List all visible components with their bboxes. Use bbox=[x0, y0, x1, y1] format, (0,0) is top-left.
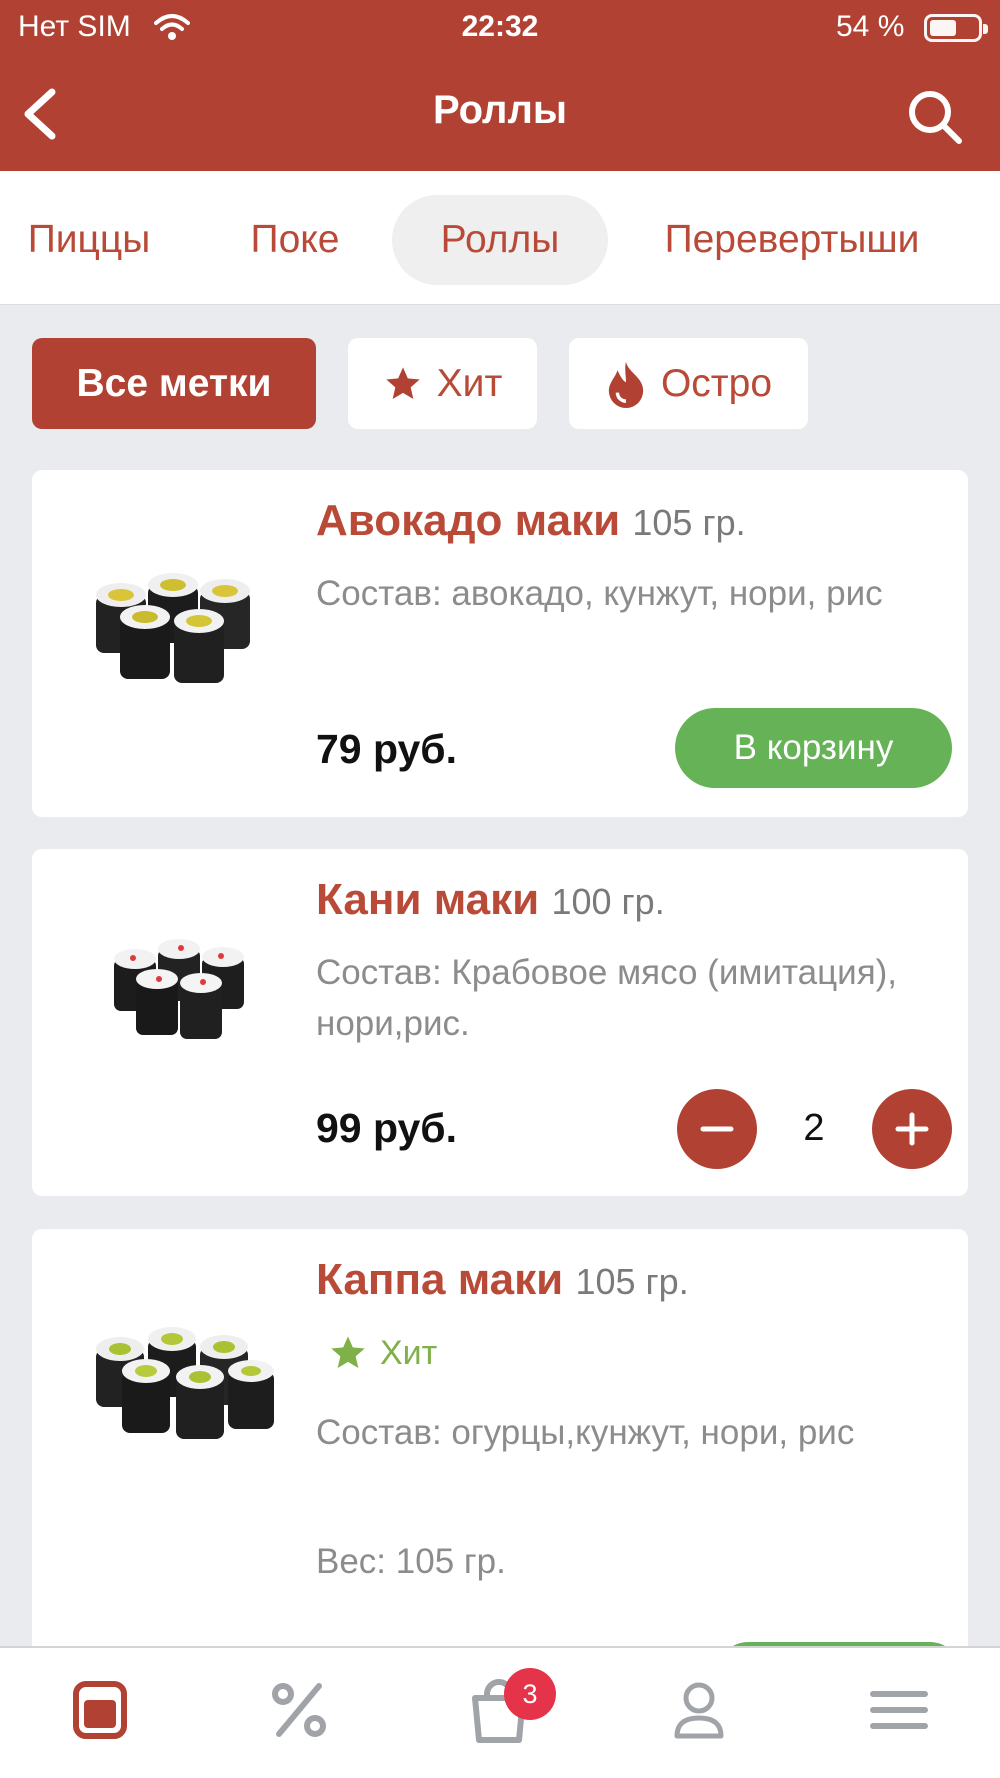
quantity-value: 2 bbox=[803, 1107, 825, 1149]
tab-poke[interactable]: Поке bbox=[222, 195, 368, 285]
profile-icon[interactable] bbox=[659, 1670, 739, 1750]
app-header: Нет SIM 22:32 54 % Роллы bbox=[0, 0, 1000, 171]
product-name: Кани маки 100 гр. bbox=[316, 875, 665, 925]
page-title: Роллы bbox=[432, 88, 568, 132]
product-description: Состав: авокадо, кунжут, нори, рис bbox=[316, 574, 883, 613]
product-card: Каппа маки 105 гр. Хит Состав: огурцы,ку… bbox=[32, 1229, 968, 1702]
product-weight: 100 гр. bbox=[551, 881, 665, 922]
decrease-quantity-button[interactable] bbox=[677, 1089, 757, 1169]
battery-percent: 54 % bbox=[836, 10, 905, 43]
hit-tag: Хит bbox=[328, 1333, 437, 1373]
bottom-tab-bar bbox=[0, 1646, 1000, 1778]
promotions-percent-icon[interactable] bbox=[259, 1670, 339, 1750]
minus-icon bbox=[700, 1126, 734, 1132]
product-weight: 105 гр. bbox=[632, 502, 746, 543]
tab-rolls[interactable]: Роллы bbox=[392, 195, 608, 285]
category-tabs: Пиццы Поке Роллы Перевертыши bbox=[0, 171, 1000, 305]
product-price: 79 руб. bbox=[316, 726, 458, 772]
product-name: Каппа маки 105 гр. bbox=[316, 1255, 689, 1305]
status-bar: Нет SIM 22:32 54 % bbox=[0, 0, 1000, 56]
star-icon bbox=[385, 366, 420, 399]
filter-spicy[interactable]: Остро bbox=[569, 338, 808, 429]
product-name: Авокадо маки 105 гр. bbox=[316, 496, 746, 546]
product-image bbox=[114, 939, 244, 1039]
flame-icon bbox=[608, 361, 644, 408]
search-icon[interactable] bbox=[904, 86, 966, 148]
tab-perevertyshi[interactable]: Перевертыши bbox=[644, 195, 940, 285]
plus-icon bbox=[895, 1112, 929, 1146]
filter-all-label: Все метки bbox=[76, 361, 272, 405]
filter-hit-label: Хит bbox=[436, 361, 503, 405]
add-to-cart-button[interactable]: В корзину bbox=[675, 708, 952, 788]
product-card: Авокадо маки 105 гр. Состав: авокадо, ку… bbox=[32, 470, 968, 817]
increase-quantity-button[interactable] bbox=[872, 1089, 952, 1169]
product-card: Кани маки 100 гр. Состав: Крабовое мясо … bbox=[32, 849, 968, 1196]
filter-spicy-label: Остро bbox=[660, 361, 773, 405]
product-weight-line: Вес: 105 гр. bbox=[316, 1542, 506, 1581]
product-price: 99 руб. bbox=[316, 1105, 458, 1151]
product-name-text: Авокадо маки bbox=[316, 496, 621, 545]
filter-hit[interactable]: Хит bbox=[348, 338, 537, 429]
menu-catalog-icon[interactable] bbox=[60, 1670, 140, 1750]
cart-count-badge: 3 bbox=[504, 1668, 556, 1720]
product-name-text: Кани маки bbox=[316, 875, 540, 924]
product-weight: 105 гр. bbox=[575, 1261, 689, 1302]
hit-tag-label: Хит bbox=[380, 1333, 438, 1372]
product-image bbox=[96, 573, 250, 683]
star-icon bbox=[331, 1336, 365, 1368]
product-description: Состав: Крабовое мясо (имитация), нори,р… bbox=[316, 953, 898, 1043]
hamburger-menu-icon[interactable] bbox=[859, 1670, 939, 1750]
product-image bbox=[96, 1327, 274, 1439]
product-description: Состав: огурцы,кунжут, нори, рис bbox=[316, 1413, 855, 1452]
filter-all-tags[interactable]: Все метки bbox=[32, 338, 316, 429]
product-name-text: Каппа маки bbox=[316, 1255, 564, 1304]
battery-icon bbox=[924, 14, 988, 42]
tab-pizza[interactable]: Пиццы bbox=[4, 195, 174, 285]
